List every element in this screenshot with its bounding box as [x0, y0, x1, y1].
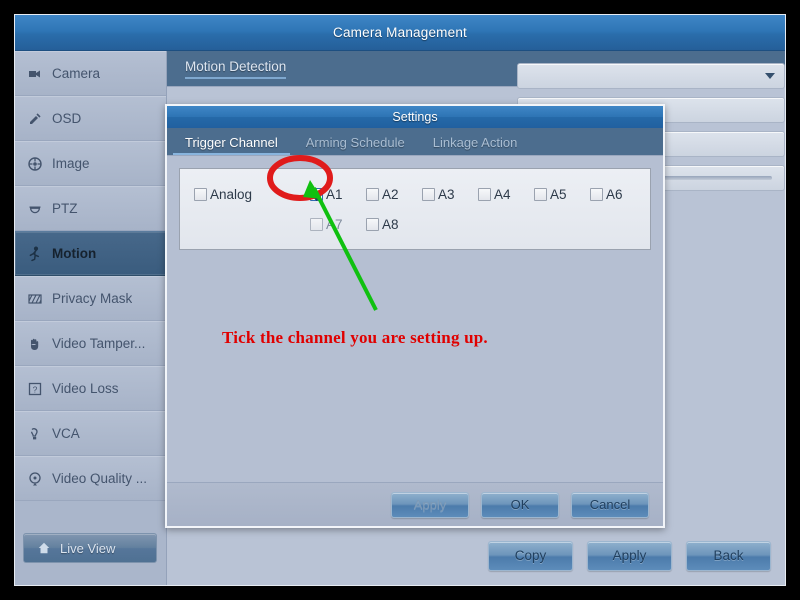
sidebar-item-label: Video Tamper...: [52, 336, 146, 351]
sidebar-item-ptz[interactable]: PTZ: [15, 186, 166, 231]
checkbox-box[interactable]: [310, 187, 323, 201]
svg-text:?: ?: [33, 384, 38, 394]
checkbox-analog[interactable]: Analog: [194, 187, 252, 202]
sidebar-item-label: Image: [52, 156, 90, 171]
sidebar-item-video-loss[interactable]: ? Video Loss: [15, 366, 166, 411]
copy-button-label: Copy: [514, 548, 547, 564]
tab-label: Trigger Channel: [185, 135, 278, 150]
checkbox-box[interactable]: [366, 217, 379, 231]
checkbox-box[interactable]: [478, 187, 491, 201]
camera-management-window: Camera Management Camera OSD Image PTZ M…: [14, 14, 786, 586]
dialog-title-bar: Settings: [167, 106, 663, 128]
main-button-bar: Copy Apply Back: [488, 541, 771, 571]
back-button[interactable]: Back: [686, 541, 771, 571]
checkbox-label: A4: [494, 186, 511, 202]
sidebar-item-label: PTZ: [52, 201, 78, 216]
camera-icon: [27, 66, 43, 82]
dialog-apply-label: Apply: [413, 497, 447, 512]
checkbox-label: A2: [382, 186, 399, 202]
privacy-mask-icon: [27, 291, 43, 307]
checkbox-label: Analog: [210, 186, 253, 202]
video-loss-icon: ?: [27, 381, 43, 397]
checkbox-a3[interactable]: A3: [422, 187, 455, 202]
dialog-ok-label: OK: [510, 497, 530, 512]
copy-button[interactable]: Copy: [488, 541, 573, 571]
osd-icon: [27, 111, 43, 127]
page-title: Motion Detection: [185, 59, 287, 79]
checkbox-label: A1: [326, 186, 343, 202]
checkbox-box[interactable]: [310, 217, 323, 231]
checkbox-a6[interactable]: A6: [590, 187, 623, 202]
checkbox-a1[interactable]: A1: [310, 187, 343, 202]
sidebar-item-privacy-mask[interactable]: Privacy Mask: [15, 276, 166, 321]
trigger-channel-panel: Analog A1 A2 A3 A4 A5 A6 A7 A8: [179, 168, 651, 250]
checkbox-label: A5: [550, 186, 567, 202]
checkbox-box[interactable]: [194, 187, 207, 201]
chevron-down-icon: [765, 73, 775, 79]
apply-button-label: Apply: [612, 548, 647, 564]
tab-linkage-action[interactable]: Linkage Action: [421, 131, 530, 155]
tab-label: Arming Schedule: [305, 135, 405, 150]
dialog-title: Settings: [392, 110, 438, 124]
sidebar-item-label: VCA: [52, 426, 80, 441]
home-icon: [36, 540, 52, 556]
sidebar-item-osd[interactable]: OSD: [15, 96, 166, 141]
checkbox-a2[interactable]: A2: [366, 187, 399, 202]
checkbox-box[interactable]: [366, 187, 379, 201]
checkbox-label: A6: [606, 186, 623, 202]
sidebar-item-label: Motion: [52, 246, 97, 261]
checkbox-box[interactable]: [422, 187, 435, 201]
dialog-tab-bar: Trigger Channel Arming Schedule Linkage …: [167, 128, 663, 156]
vca-icon: [27, 426, 43, 442]
apply-button[interactable]: Apply: [587, 541, 672, 571]
callout-text: Tick the channel you are setting up.: [222, 328, 488, 347]
live-view-button[interactable]: Live View: [23, 533, 157, 563]
sidebar-item-video-quality[interactable]: Video Quality ...: [15, 456, 166, 501]
checkbox-a7[interactable]: A7: [310, 217, 343, 232]
video-tamper-icon: [27, 336, 43, 352]
sidebar-item-label: Video Quality ...: [52, 471, 148, 486]
checkbox-a5[interactable]: A5: [534, 187, 567, 202]
sidebar-item-video-tamper[interactable]: Video Tamper...: [15, 321, 166, 366]
dialog-cancel-button[interactable]: Cancel: [571, 491, 649, 518]
dialog-apply-button[interactable]: Apply: [391, 491, 469, 518]
sidebar-item-label: Privacy Mask: [52, 291, 133, 306]
window-title-bar: Camera Management: [15, 15, 785, 51]
settings-dialog: Settings Trigger Channel Arming Schedule…: [165, 104, 665, 528]
video-quality-icon: [27, 471, 43, 487]
checkbox-label: A3: [438, 186, 455, 202]
back-button-label: Back: [713, 548, 744, 564]
dialog-button-bar: Apply OK Cancel: [167, 482, 663, 526]
tab-label: Linkage Action: [432, 135, 518, 150]
image-icon: [27, 156, 43, 172]
tab-trigger-channel[interactable]: Trigger Channel: [173, 131, 290, 155]
sidebar-item-motion[interactable]: Motion: [15, 231, 166, 276]
sidebar-item-vca[interactable]: VCA: [15, 411, 166, 456]
live-view-label: Live View: [60, 540, 116, 556]
checkbox-label: A7: [326, 216, 343, 232]
checkbox-box[interactable]: [534, 187, 547, 201]
sidebar-item-label: OSD: [52, 111, 82, 126]
motion-icon: [27, 245, 43, 262]
checkbox-a4[interactable]: A4: [478, 187, 511, 202]
sidebar-item-image[interactable]: Image: [15, 141, 166, 186]
checkbox-a8[interactable]: A8: [366, 217, 399, 232]
channel-select-dropdown[interactable]: [517, 63, 785, 89]
checkbox-box[interactable]: [590, 187, 603, 201]
dialog-ok-button[interactable]: OK: [481, 491, 559, 518]
sidebar-item-camera[interactable]: Camera: [15, 51, 166, 96]
ptz-icon: [27, 201, 43, 217]
dialog-cancel-label: Cancel: [589, 497, 631, 512]
sidebar-item-label: Camera: [52, 66, 101, 81]
checkbox-label: A8: [382, 216, 399, 232]
sidebar: Camera OSD Image PTZ Motion Privacy Mask…: [15, 51, 167, 585]
tab-arming-schedule[interactable]: Arming Schedule: [294, 131, 417, 155]
window-title: Camera Management: [333, 25, 467, 40]
sidebar-item-label: Video Loss: [52, 381, 119, 396]
